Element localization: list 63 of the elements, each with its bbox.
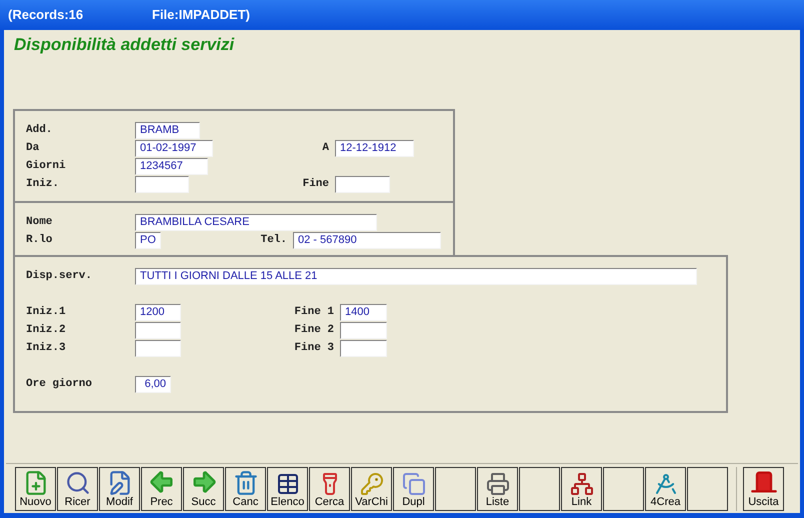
toolbar-button[interactable]: Elenco — [267, 466, 308, 510]
network-icon — [570, 472, 594, 496]
field-label: Iniz.1 — [26, 304, 67, 320]
empty-button[interactable] — [519, 466, 560, 510]
field-label: Fine 1 — [293, 304, 335, 320]
toolbar-button[interactable]: VarChi — [351, 466, 392, 510]
field-label: Da — [26, 140, 40, 156]
toolbar-button[interactable]: Dupl — [393, 466, 434, 510]
toolbar-button[interactable]: Cerca — [309, 466, 350, 510]
input-field[interactable]: 1234567 — [135, 158, 208, 174]
toolbar-button[interactable]: Ricer — [57, 466, 98, 510]
empty-button[interactable] — [603, 466, 644, 510]
field-label: Nome — [26, 214, 54, 230]
toolbar-button[interactable]: Nuovo — [15, 466, 56, 510]
input-field[interactable]: 01-02-1997 — [135, 140, 213, 156]
toolbar-button[interactable]: Succ — [183, 466, 224, 510]
toolbar-button[interactable]: Prec — [141, 466, 182, 510]
toolbar-button[interactable]: Link — [561, 466, 602, 510]
drafting-icon — [654, 472, 678, 496]
field-label: Fine — [302, 176, 330, 192]
toolbar-button[interactable]: 4Crea — [645, 466, 686, 510]
field-label: Fine 3 — [293, 340, 335, 356]
input-field[interactable]: PO — [135, 232, 161, 248]
input-field[interactable]: BRAMBILLA CESARE — [135, 214, 377, 230]
input-field[interactable] — [340, 340, 387, 356]
printer-icon — [486, 472, 510, 496]
field-label: Add. — [26, 122, 54, 138]
input-field[interactable]: 1400 — [340, 304, 387, 320]
field-label: Iniz. — [26, 176, 60, 192]
field-label: Tel. — [260, 232, 288, 248]
input-field[interactable]: TUTTI I GIORNI DALLE 15 ALLE 21 — [135, 268, 697, 284]
empty-button[interactable] — [687, 466, 728, 510]
input-field[interactable]: 1200 — [135, 304, 181, 320]
field-label: Disp.serv. — [26, 268, 94, 284]
field-label: Iniz.3 — [26, 340, 67, 356]
field-label: Fine 2 — [293, 322, 335, 338]
file-name: File:IMPADDET) — [152, 6, 250, 24]
input-field[interactable] — [135, 176, 189, 192]
field-label: Ore giorno — [26, 376, 94, 392]
page-heading: Disponibilità addetti servizi — [14, 35, 234, 54]
input-field[interactable] — [135, 340, 181, 356]
exit-button[interactable]: Uscita — [743, 466, 784, 510]
records-count: (Records:16 — [8, 6, 84, 24]
input-field[interactable]: 02 - 567890 — [293, 232, 441, 248]
field-label: A — [321, 140, 330, 156]
copy-icon — [402, 472, 426, 496]
field-label: Iniz.2 — [26, 322, 67, 338]
key-icon — [360, 472, 384, 496]
search-icon — [64, 470, 90, 496]
toolbar-button[interactable]: Modif — [99, 466, 140, 510]
field-label: Giorni — [26, 158, 67, 174]
input-field[interactable] — [340, 322, 387, 338]
input-field[interactable]: BRAMB — [135, 122, 200, 138]
empty-button[interactable] — [435, 466, 476, 510]
table-icon — [276, 472, 300, 496]
field-label: R.lo — [26, 232, 54, 248]
input-field[interactable] — [135, 322, 181, 338]
input-field[interactable] — [335, 176, 390, 192]
toolbar-button[interactable]: Canc — [225, 466, 266, 510]
toolbar-button[interactable]: Liste — [477, 466, 518, 510]
trash-icon — [232, 470, 258, 496]
input-field[interactable]: 12-12-1912 — [335, 140, 414, 156]
input-field[interactable]: 6,00 — [135, 376, 171, 392]
